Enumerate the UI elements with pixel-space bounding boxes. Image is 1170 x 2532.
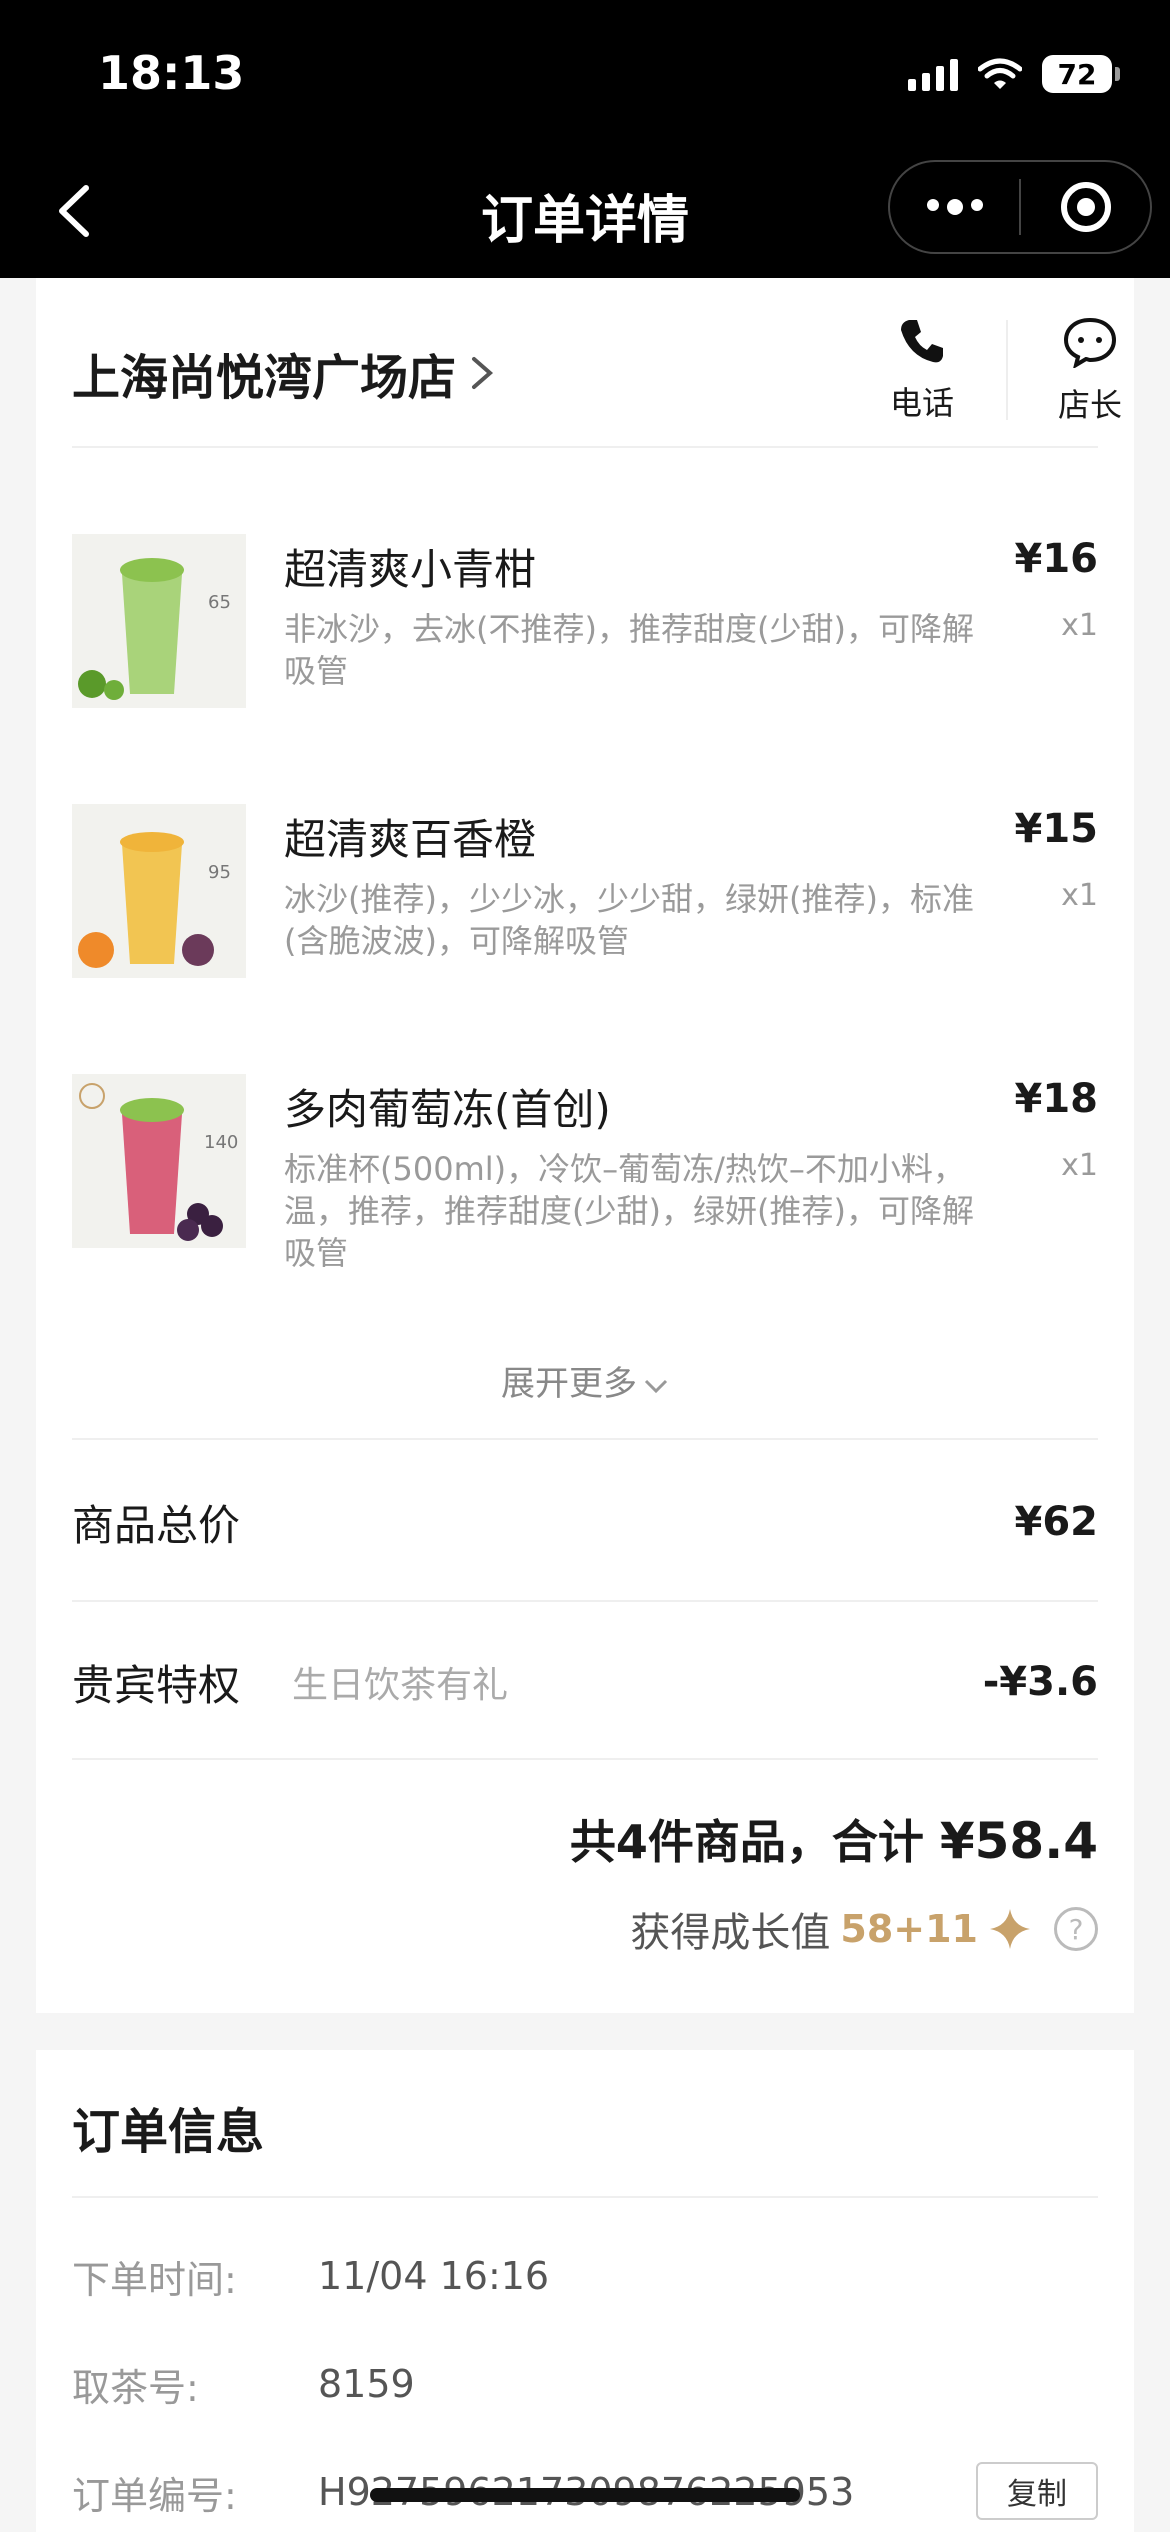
copy-button[interactable]: 复制 [976, 2462, 1098, 2520]
total-amount: ¥58.4 [939, 1812, 1098, 1870]
pickup-number-label: 取茶号: [72, 2365, 199, 2410]
vip-benefit: 生日饮茶有礼 [292, 1665, 509, 1706]
store-link[interactable]: 上海尚悦湾广场店 [72, 338, 494, 408]
product-name: 超清爽百香橙 [284, 815, 537, 864]
product-options: 非冰沙，去冰(不推荐)，推荐甜度(少甜)，可降解吸管 [284, 610, 974, 690]
product-options: 标准杯(500ml)，冷饮–葡萄冻/热饮–不加小料，温，推荐，推荐甜度(少甜)，… [284, 1150, 974, 1272]
divider [72, 446, 1098, 448]
order-time-label: 下单时间: [72, 2257, 237, 2302]
growth-label: 获得成长值 [630, 1910, 831, 1956]
total-text: 共4件商品，合计 [569, 1815, 940, 1869]
phone-button[interactable]: 电话 [872, 316, 972, 424]
divider [72, 1758, 1098, 1760]
phone-label: 电话 [889, 384, 954, 422]
product-options: 冰沙(推荐)，少少冰，少少甜，绿妍(推荐)，标准(含脆波波)，可降解吸管 [284, 880, 974, 960]
wifi-icon [978, 57, 1022, 91]
subtotal-row: 商品总价 ¥62 [72, 1482, 1098, 1562]
order-card: 上海尚悦湾广场店 电话 店长 65 超清爽小青柑 非冰沙，去冰(不推荐)，推荐甜… [36, 278, 1134, 2013]
order-info-card: 订单信息 下单时间: 11/04 16:16 取茶号: 8159 订单编号: H… [36, 2050, 1134, 2532]
order-info-title: 订单信息 [72, 2104, 265, 2160]
phone-icon [901, 320, 943, 363]
order-number-label: 订单编号: [72, 2473, 237, 2518]
pickup-number-value: 8159 [318, 2362, 415, 2406]
divider [72, 1600, 1098, 1602]
product-price: ¥16 [1014, 536, 1099, 582]
store-name: 上海尚悦湾广场店 [72, 350, 457, 406]
vip-label: 贵宾特权 [72, 1660, 241, 1710]
subtotal-label: 商品总价 [72, 1500, 241, 1550]
home-indicator [370, 2488, 800, 2502]
expand-more-label: 展开更多 [501, 1364, 637, 1404]
divider [72, 1438, 1098, 1440]
product-image: 95 [72, 804, 246, 978]
miniprogram-capsule [888, 160, 1152, 254]
order-time-row: 下单时间: 11/04 16:16 [72, 2246, 1098, 2306]
more-button[interactable] [890, 162, 1019, 252]
manager-label: 店长 [1057, 386, 1122, 424]
divider [72, 2196, 1098, 2198]
chevron-down-icon [644, 1379, 668, 1393]
help-icon[interactable]: ? [1054, 1907, 1098, 1951]
order-total: 共4件商品，合计 ¥58.4 [570, 1806, 1098, 1872]
calorie-label: 65 [208, 592, 231, 613]
expand-more-button[interactable]: 展开更多 [36, 1356, 1134, 1405]
growth-value: 58+11 [840, 1907, 978, 1951]
battery-icon: 72 [1042, 55, 1120, 93]
chat-bubble-icon [1063, 317, 1117, 370]
product-name: 超清爽小青柑 [284, 545, 537, 594]
product-name: 多肉葡萄冻(首创) [284, 1085, 611, 1134]
product-image: 65 [72, 534, 246, 708]
calorie-label: 95 [208, 862, 231, 883]
more-dots-icon [926, 199, 983, 215]
product-qty: x1 [1061, 1148, 1098, 1183]
signal-icon [908, 57, 958, 91]
list-item[interactable]: 140 多肉葡萄冻(首创) 标准杯(500ml)，冷饮–葡萄冻/热饮–不加小料，… [72, 1074, 1098, 1314]
sparkle-icon [990, 1909, 1030, 1949]
top-bar: 18:13 72 订单详情 [0, 0, 1170, 278]
store-row: 上海尚悦湾广场店 电话 店长 [72, 308, 1122, 440]
list-item[interactable]: 95 超清爽百香橙 冰沙(推荐)，少少冰，少少甜，绿妍(推荐)，标准(含脆波波)… [72, 804, 1098, 1004]
product-price: ¥15 [1014, 806, 1099, 852]
calorie-label: 140 [204, 1132, 238, 1153]
pickup-number-row: 取茶号: 8159 [72, 2354, 1098, 2414]
product-price: ¥18 [1014, 1076, 1099, 1122]
status-icons: 72 [908, 52, 1120, 96]
list-item[interactable]: 65 超清爽小青柑 非冰沙，去冰(不推荐)，推荐甜度(少甜)，可降解吸管 ¥16… [72, 534, 1098, 734]
subtotal-value: ¥62 [1014, 1499, 1099, 1545]
manager-chat-button[interactable]: 店长 [1040, 316, 1140, 426]
close-miniprogram-button[interactable] [1021, 162, 1150, 252]
product-image: 140 [72, 1074, 246, 1248]
vip-row: 贵宾特权 生日饮茶有礼 -¥3.6 [72, 1642, 1098, 1722]
chevron-right-icon [472, 357, 494, 389]
growth-points: 获得成长值 58+11 ? [630, 1900, 1098, 1958]
product-qty: x1 [1061, 608, 1098, 643]
vip-discount: -¥3.6 [982, 1659, 1098, 1705]
product-qty: x1 [1061, 878, 1098, 913]
order-time-value: 11/04 16:16 [318, 2254, 550, 2298]
target-icon [1060, 182, 1111, 232]
status-time: 18:13 [98, 46, 245, 100]
